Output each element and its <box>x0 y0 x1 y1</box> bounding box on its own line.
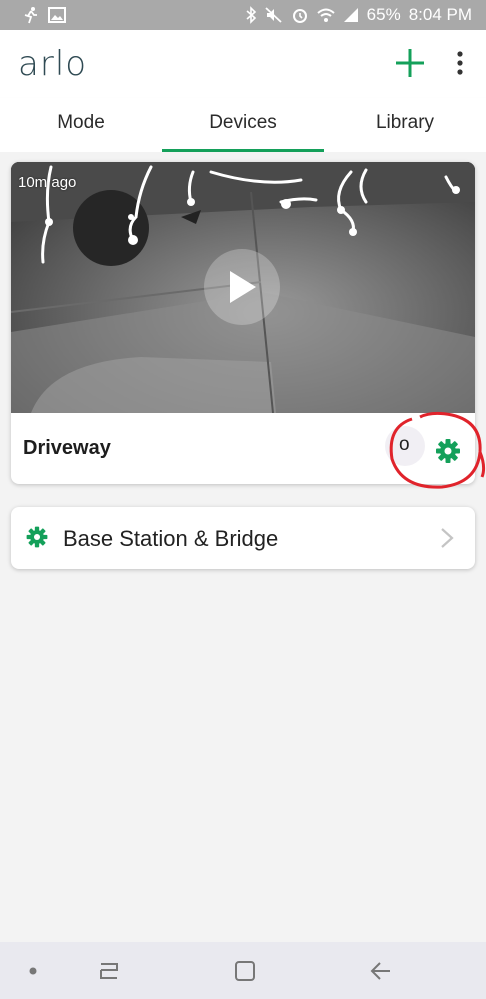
play-icon <box>230 271 256 303</box>
play-button[interactable] <box>204 249 280 325</box>
wifi-icon <box>316 7 335 23</box>
camera-settings-button[interactable] <box>433 436 463 466</box>
time-ago-label: 10m ago <box>18 174 77 191</box>
app-bar: arlo <box>0 30 486 98</box>
more-vert-icon <box>457 51 463 75</box>
signal-icon <box>343 7 359 23</box>
more-options-button[interactable] <box>450 48 470 78</box>
recent-apps-icon[interactable] <box>98 959 120 983</box>
gear-icon <box>436 439 460 463</box>
camera-thumbnail[interactable]: 10m ago <box>11 162 475 413</box>
bluetooth-icon <box>245 6 257 24</box>
camera-status-button[interactable]: o <box>385 426 425 466</box>
chevron-right-icon <box>441 528 454 548</box>
camera-card: 10m ago Driveway o <box>11 162 475 484</box>
devices-list: 10m ago Driveway o Base Station & Bridge <box>0 152 486 942</box>
battery-percent: 65% <box>366 5 401 24</box>
alarm-icon <box>291 6 309 24</box>
base-station-label: Base Station & Bridge <box>63 526 279 551</box>
camera-name: Driveway <box>23 437 111 459</box>
plus-icon <box>396 49 424 77</box>
clock: 8:04 PM <box>408 5 472 24</box>
camera-status-text: o <box>399 434 410 455</box>
status-right: 65% 8:04 PM <box>245 5 472 25</box>
status-left <box>22 6 66 24</box>
mute-icon <box>265 6 283 24</box>
system-nav-bar <box>0 942 486 999</box>
tab-bar: Mode Devices Library <box>0 98 486 152</box>
tab-mode[interactable]: Mode <box>0 98 162 152</box>
base-station-row[interactable]: Base Station & Bridge <box>11 507 475 569</box>
gear-icon <box>26 526 48 548</box>
home-icon[interactable] <box>234 959 256 983</box>
tab-library[interactable]: Library <box>324 98 486 152</box>
activity-icon <box>22 6 40 24</box>
back-icon[interactable] <box>370 959 392 983</box>
tab-devices[interactable]: Devices <box>162 98 324 152</box>
image-icon <box>48 7 66 23</box>
dot-icon[interactable] <box>28 966 38 976</box>
add-device-button[interactable] <box>393 46 427 80</box>
status-bar: 65% 8:04 PM <box>0 0 486 30</box>
arlo-logo: arlo <box>18 44 88 84</box>
